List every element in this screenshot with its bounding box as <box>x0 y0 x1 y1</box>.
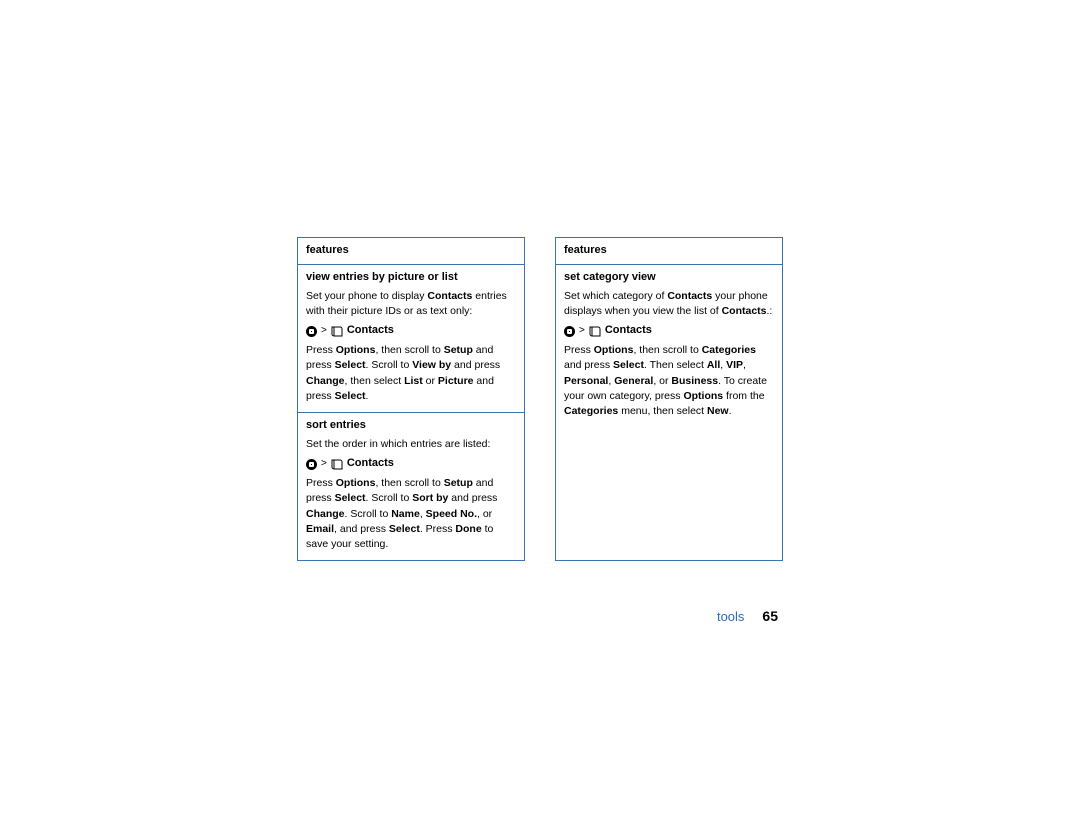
view-entries-desc: Set your phone to display Contacts entri… <box>306 289 516 319</box>
right-header-cell: features <box>556 238 782 265</box>
sort-entries-section: sort entries Set the order in which entr… <box>298 413 524 560</box>
features-header: features <box>564 244 607 256</box>
sort-entries-desc: Set the order in which entries are liste… <box>306 437 516 452</box>
nav-contacts-label: Contacts <box>605 323 652 339</box>
contacts-icon <box>331 326 343 337</box>
nav-contacts-label: Contacts <box>347 456 394 472</box>
features-header: features <box>306 244 349 256</box>
section-label: tools <box>717 609 744 624</box>
sort-entries-steps: Press Options, then scroll to Setup and … <box>306 476 516 552</box>
view-entries-section: view entries by picture or list Set your… <box>298 265 524 413</box>
nav-contacts-label: Contacts <box>347 323 394 339</box>
manual-page: features view entries by picture or list… <box>0 0 1080 834</box>
left-header-cell: features <box>298 238 524 265</box>
view-entries-steps: Press Options, then scroll to Setup and … <box>306 343 516 404</box>
contacts-icon <box>589 326 601 337</box>
content-columns: features view entries by picture or list… <box>297 237 783 561</box>
sort-entries-title: sort entries <box>306 418 516 434</box>
set-category-title: set category view <box>564 270 774 286</box>
right-column: features set category view Set which cat… <box>555 237 783 561</box>
view-entries-title: view entries by picture or list <box>306 270 516 286</box>
chevron-right-icon: > <box>321 324 327 339</box>
contacts-icon <box>331 459 343 470</box>
page-number: 65 <box>762 608 778 624</box>
page-footer: tools 65 <box>717 608 778 624</box>
menu-key-icon <box>306 326 317 337</box>
left-column: features view entries by picture or list… <box>297 237 525 561</box>
set-category-desc: Set which category of Contacts your phon… <box>564 289 774 319</box>
nav-path: > Contacts <box>306 456 516 472</box>
nav-path: > Contacts <box>564 323 774 339</box>
chevron-right-icon: > <box>321 457 327 472</box>
chevron-right-icon: > <box>579 324 585 339</box>
set-category-steps: Press Options, then scroll to Categories… <box>564 343 774 419</box>
set-category-section: set category view Set which category of … <box>556 265 782 427</box>
nav-path: > Contacts <box>306 323 516 339</box>
menu-key-icon <box>306 459 317 470</box>
menu-key-icon <box>564 326 575 337</box>
